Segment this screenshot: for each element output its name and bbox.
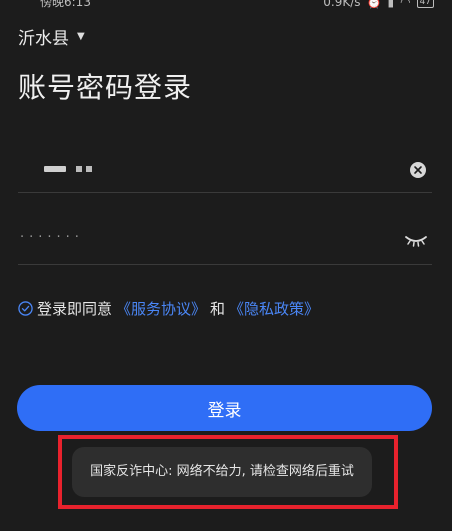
battery-level: 47 xyxy=(419,0,431,7)
agreement-prefix: 登录即同意 xyxy=(37,300,113,318)
toast-message: 国家反诈中心: 网络不给力, 请检查网络后重试 xyxy=(72,447,372,497)
agreement-row: 登录即同意 《服务协议》和《隐私政策》 xyxy=(18,298,319,319)
status-time: 傍晚6:13 xyxy=(40,0,91,9)
masked-account-value xyxy=(44,166,92,172)
password-mask: ······· xyxy=(20,230,84,245)
service-agreement-link[interactable]: 《服务协议》 xyxy=(116,298,206,319)
check-circle-icon[interactable] xyxy=(18,301,33,316)
password-field[interactable]: ······· xyxy=(18,220,432,265)
network-speed: 0.9K/s xyxy=(323,0,361,9)
page-title: 账号密码登录 xyxy=(18,71,193,104)
battery-icon: 47 xyxy=(416,0,434,8)
eye-closed-icon[interactable] xyxy=(404,232,428,248)
caret-down-icon: ▼ xyxy=(77,31,85,42)
wifi-icon: ◠ xyxy=(400,0,411,9)
clear-icon[interactable] xyxy=(410,162,426,178)
login-button[interactable]: 登录 xyxy=(17,385,432,431)
region-label: 沂水县 xyxy=(18,29,69,49)
alarm-icon: ⏰ xyxy=(366,0,382,9)
region-selector[interactable]: 沂水县 ▼ xyxy=(18,24,85,49)
status-right: 0.9K/s ⏰ ▮ ◠ 47 xyxy=(323,0,434,8)
signal-icon: ▮ xyxy=(387,0,395,9)
account-field[interactable] xyxy=(18,148,432,193)
agreement-and: 和 xyxy=(210,300,226,318)
status-bar: 傍晚6:13 0.9K/s ⏰ ▮ ◠ 47 xyxy=(0,0,452,14)
privacy-policy-link[interactable]: 《隐私政策》 xyxy=(229,298,319,319)
